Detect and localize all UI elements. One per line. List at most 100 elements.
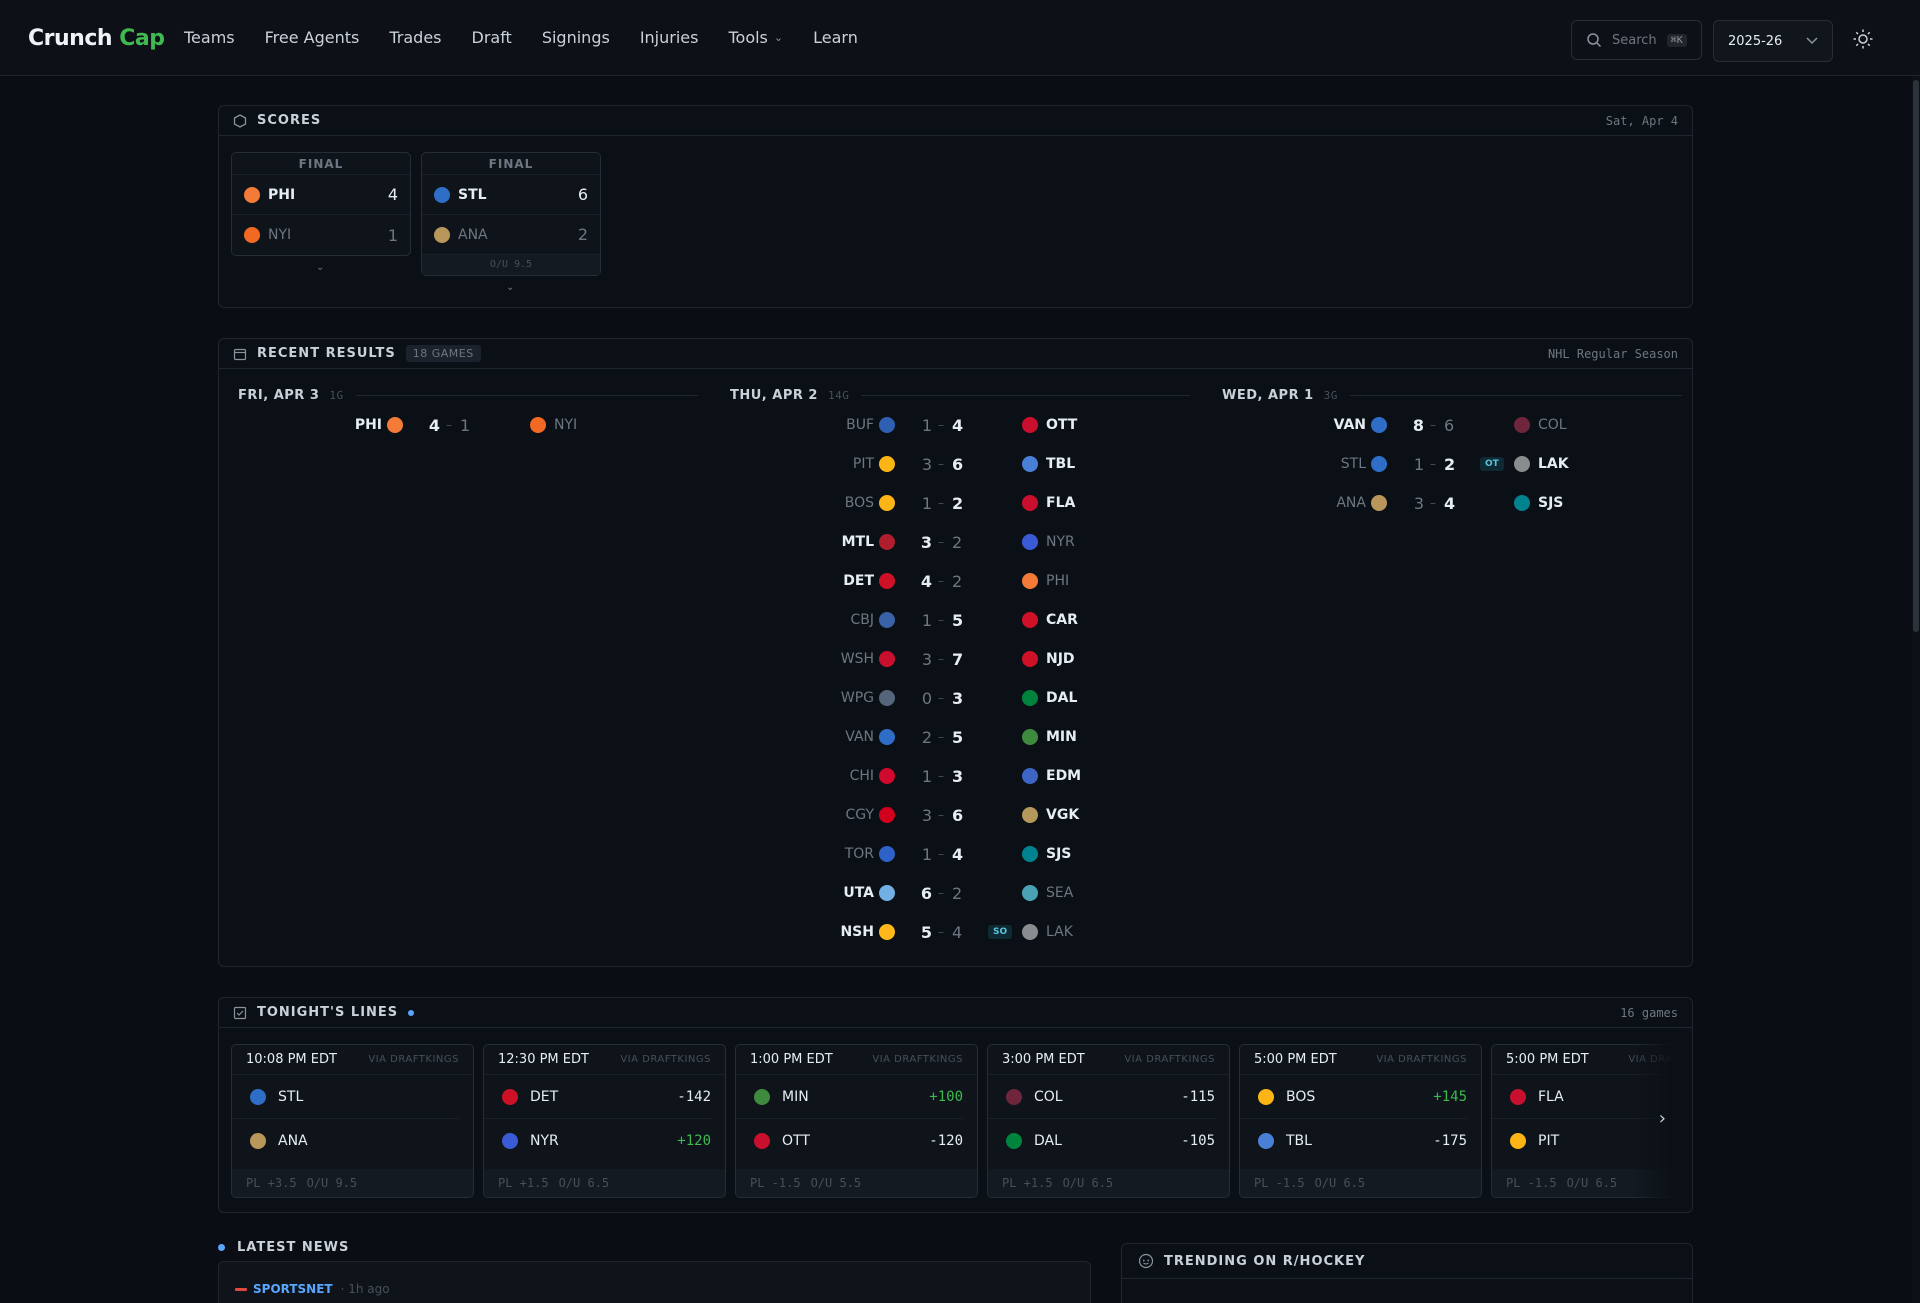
team-logo-icon [879,612,895,628]
latest-news-title: LATEST NEWS [237,1240,350,1255]
line-card-footer: PL +1.5 O/U 6.5 [988,1169,1229,1197]
home-team: OTT [1046,417,1078,433]
betting-line-card[interactable]: 10:08 PM EDT VIA DRAFTKINGS STL ANA PL +3.5 O… [231,1044,474,1198]
away-score: 1 [921,610,932,630]
scrollbar-thumb[interactable] [1913,80,1919,632]
home-team: TBL [1046,456,1076,472]
score-card[interactable]: FINAL PHI 4 NYI 1 [231,152,411,256]
team-logo-icon [1514,495,1530,511]
game-result-row[interactable]: BOS 1–2 FLA [730,493,1190,513]
betting-line-card[interactable]: 12:30 PM EDT VIA DRAFTKINGS DET -142 NYR +120… [483,1044,726,1198]
over-under: O/U 9.5 [306,1176,358,1190]
line-card-header: 10:08 PM EDT VIA DRAFTKINGS [232,1045,473,1075]
game-result-row[interactable]: ANA 3–4 SJS [1222,493,1682,513]
nav-link-draft[interactable]: Draft [472,28,512,47]
team-logo-icon [1022,807,1038,823]
home-score: 2 [952,532,963,552]
team-abbr: TBL [1286,1133,1312,1149]
game-result-row[interactable]: WPG 0–3 DAL [730,688,1190,708]
team-logo-icon [434,226,450,243]
game-result-row[interactable]: PIT 3–6 TBL [730,454,1190,474]
betting-line-card[interactable]: 3:00 PM EDT VIA DRAFTKINGS COL -115 DAL -105 P… [987,1044,1230,1198]
line-source: VIA DRAFTKINGS [620,1054,711,1065]
score-dash: – [938,496,944,510]
team-logo-icon [1006,1133,1022,1149]
logo-text-accent: Cap [119,26,165,51]
trending-panel: TRENDING ON R/HOCKEY [1121,1243,1693,1303]
game-result-row[interactable]: VAN 2–5 MIN [730,727,1190,747]
over-under: O/U 6.5 [1062,1176,1114,1190]
home-team: FLA [1046,495,1076,511]
score-dash: – [938,847,944,861]
score-card[interactable]: FINAL STL 6 ANA 2 O/U 9.5 [421,152,601,276]
game-result-row[interactable]: CBJ 1–5 CAR [730,610,1190,630]
score-dash: – [1430,418,1436,432]
away-score: 3 [920,532,932,552]
team-logo-icon [879,534,895,550]
nav-link-signings[interactable]: Signings [542,28,610,47]
nav-link-injuries[interactable]: Injuries [640,28,699,47]
nav-link-free-agents[interactable]: Free Agents [265,28,360,47]
news-item[interactable]: SPORTSNET · 1h ago [218,1261,1091,1303]
nav-link-tools-label: Tools [728,28,768,47]
line-card-footer: PL -1.5 O/U 5.5 [736,1169,977,1197]
game-result-row[interactable]: NSH 5–4 SO LAK [730,922,1190,942]
trending-title: TRENDING ON R/HOCKEY [1164,1253,1366,1269]
season-select[interactable]: 2025-26 [1713,20,1833,62]
nav-link-learn[interactable]: Learn [813,28,858,47]
nav-link-tools[interactable]: Tools ⌄ [728,28,783,47]
home-score: 2 [1444,454,1456,474]
game-result-row[interactable]: CHI 1–3 EDM [730,766,1190,786]
recent-results-title: RECENT RESULTS [257,346,396,361]
expand-chevron-icon[interactable]: ⌄ [316,262,324,273]
score-dash: – [938,457,944,471]
recent-results-panel: RECENT RESULTS 18 GAMES NHL Regular Seas… [218,338,1693,967]
team-logo-icon [879,456,895,472]
team-logo-icon [1514,456,1530,472]
game-result-row[interactable]: STL 1–2 OT LAK [1222,454,1682,474]
line-card-header: 1:00 PM EDT VIA DRAFTKINGS [736,1045,977,1075]
chevron-right-icon[interactable]: › [1659,1108,1666,1129]
expand-chevron-icon[interactable]: ⌄ [506,282,514,293]
game-result-row[interactable]: MTL 3–2 NYR [730,532,1190,552]
score-dash: – [938,808,944,822]
home-team: LAK [1046,924,1073,940]
nav-link-trades[interactable]: Trades [389,28,441,47]
puck-line: PL -1.5 [1506,1176,1557,1190]
away-score: 1 [1413,454,1424,474]
line-card-footer: PL +1.5 O/U 6.5 [484,1169,725,1197]
trending-header: TRENDING ON R/HOCKEY [1122,1244,1692,1279]
team-logo-icon [754,1088,770,1105]
line-team-row: OTT -120 [736,1119,977,1163]
score-dash: – [938,769,944,783]
betting-line-card[interactable]: 1:00 PM EDT VIA DRAFTKINGS MIN +100 OTT -120 P… [735,1044,978,1198]
away-score: 4 [428,415,440,435]
game-result-row[interactable]: TOR 1–4 SJS [730,844,1190,864]
game-result-row[interactable]: WSH 3–7 NJD [730,649,1190,669]
game-result-row[interactable]: BUF 1–4 OTT [730,415,1190,435]
team-score: 1 [387,225,398,245]
brand-logo[interactable]: Crunch Cap [28,26,165,51]
team-logo-icon [879,807,895,823]
team-logo-icon [1510,1133,1526,1149]
game-result-row[interactable]: DET 4–2 PHI [730,571,1190,591]
line-source: VIA DRAFTKINGS [1124,1054,1215,1065]
game-result-row[interactable]: VAN 8–6 COL [1222,415,1682,435]
search-button[interactable]: Search ⌘K [1571,20,1702,60]
game-result-row[interactable]: PHI 4–1 NYI [238,415,698,435]
sun-icon[interactable] [1852,28,1874,50]
team-logo-icon [879,924,895,940]
game-result-row[interactable]: UTA 6–2 SEA [730,883,1190,903]
team-logo-icon [1258,1088,1274,1105]
line-team-row: BOS +145 [1240,1075,1467,1119]
line-team-row: COL -115 [988,1075,1215,1119]
game-result-row[interactable]: CGY 3–6 VGK [730,805,1190,825]
score-dash: – [938,574,944,588]
home-score: 5 [952,610,964,630]
team-abbr: FLA [1538,1088,1564,1105]
nav-link-teams[interactable]: Teams [184,28,235,47]
moneyline: -105 [1181,1133,1215,1149]
betting-line-card[interactable]: 5:00 PM EDT VIA DRAFTKINGS BOS +145 TBL -175 P… [1239,1044,1482,1198]
news-source: SPORTSNET · 1h ago [235,1282,390,1296]
home-team: LAK [1538,456,1569,472]
